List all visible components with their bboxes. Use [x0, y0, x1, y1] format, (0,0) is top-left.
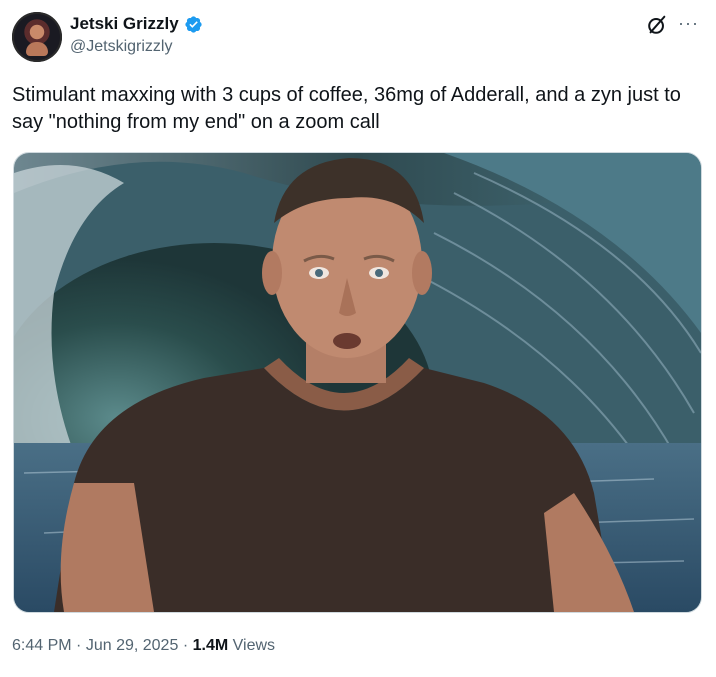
- author-avatar[interactable]: [12, 12, 62, 62]
- views-count: 1.4M: [192, 637, 229, 654]
- author-handle[interactable]: @Jetskigrizzly: [70, 38, 172, 56]
- views-label: Views: [232, 637, 276, 654]
- meta-separator: ·: [76, 637, 82, 654]
- more-options-icon[interactable]: ···: [678, 13, 699, 33]
- tweet-media-image[interactable]: [13, 152, 702, 613]
- tweet-date[interactable]: Jun 29, 2025: [86, 637, 179, 654]
- tweet-time[interactable]: 6:44 PM: [12, 637, 72, 654]
- tweet-text: Stimulant maxxing with 3 cups of coffee,…: [12, 84, 681, 133]
- grok-icon[interactable]: [646, 14, 668, 36]
- tweet-meta: 6:44 PM · Jun 29, 2025 · 1.4M Views: [12, 637, 275, 655]
- author-display-name[interactable]: Jetski Grizzly: [70, 14, 179, 34]
- verified-badge-icon[interactable]: [184, 15, 203, 34]
- meta-separator: ·: [182, 637, 189, 654]
- media-illustration: [14, 153, 701, 612]
- author-name-row: Jetski Grizzly: [70, 14, 203, 34]
